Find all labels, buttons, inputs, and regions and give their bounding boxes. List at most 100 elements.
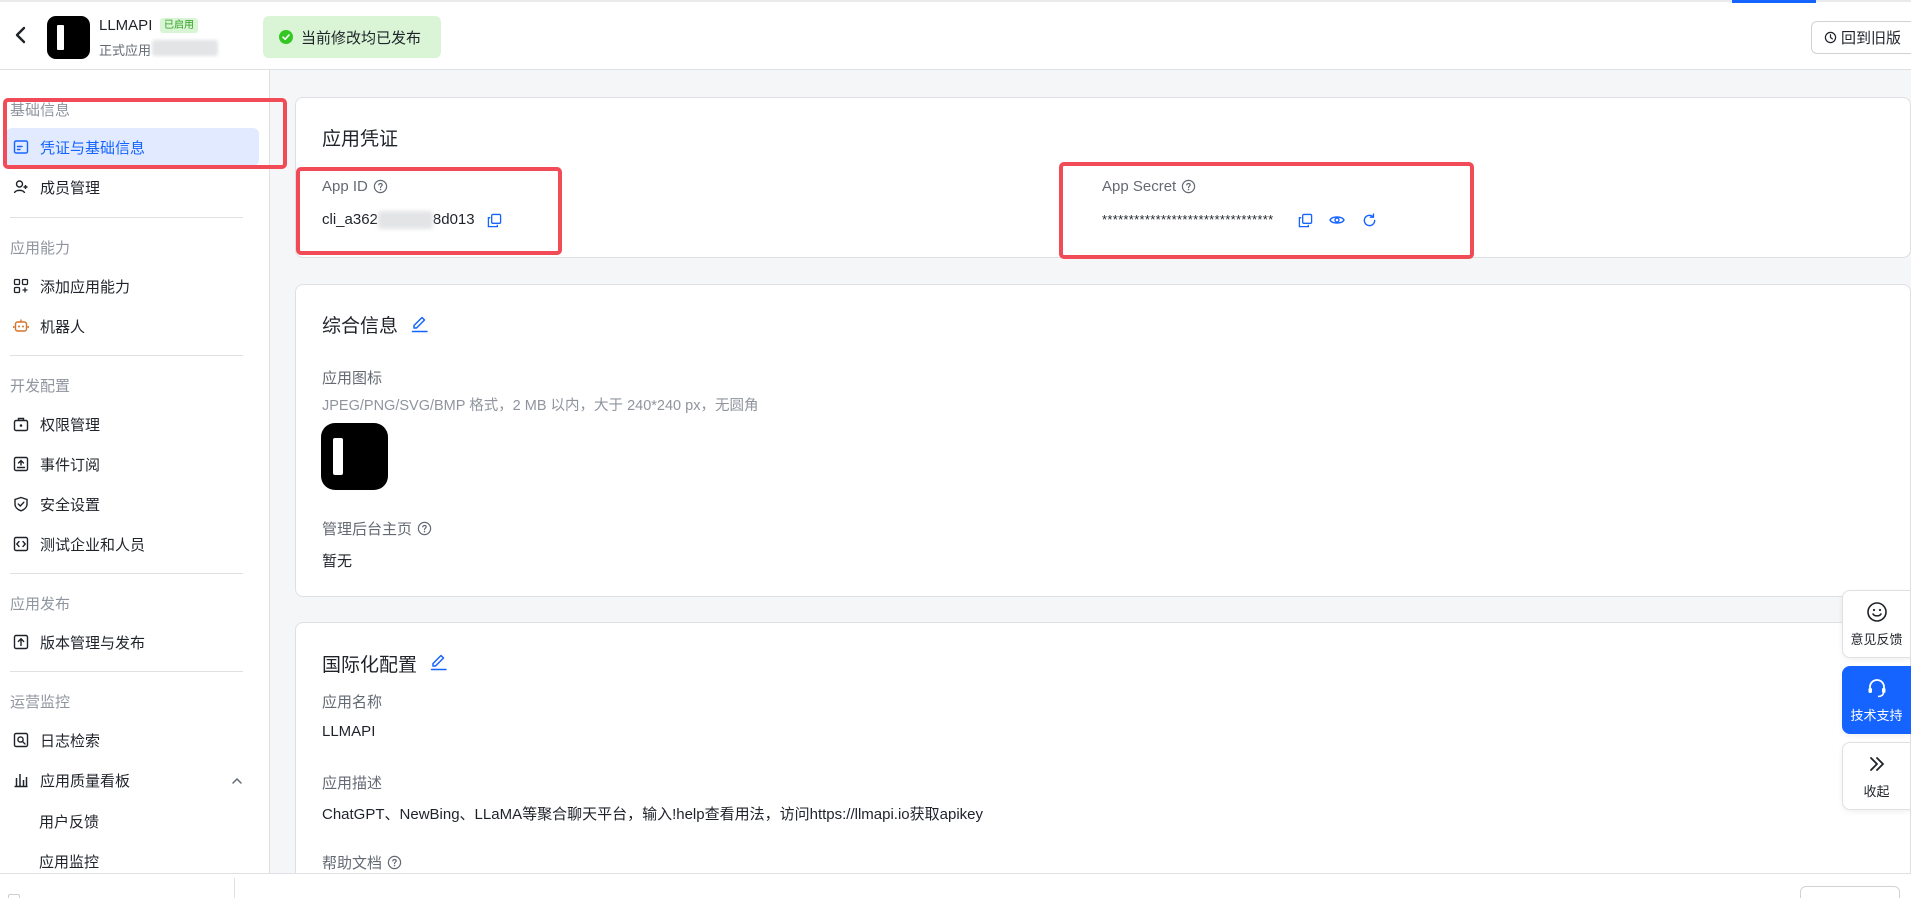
show-secret-button[interactable]	[1328, 211, 1346, 229]
i18n-title: 国际化配置	[322, 655, 418, 676]
sidebar-subitem-feedback[interactable]: 用户反馈	[39, 811, 99, 832]
sidebar-item-label: 权限管理	[40, 416, 101, 434]
copy-icon	[487, 213, 501, 227]
sidebar-item-label: 日志检索	[40, 732, 101, 750]
help-circle-icon[interactable]	[417, 521, 432, 536]
refresh-icon	[1363, 212, 1375, 226]
credentials-card-title: 应用凭证	[322, 129, 399, 150]
eye-icon	[1329, 216, 1345, 224]
sidebar-item-label: 事件订阅	[40, 456, 101, 474]
feedback-label: 意见反馈	[1850, 631, 1903, 647]
sidebar-divider	[10, 573, 243, 574]
app-id-suffix: 8d013	[432, 211, 475, 228]
reset-secret-button[interactable]	[1360, 211, 1378, 229]
sidebar-item-security[interactable]: 安全设置	[6, 485, 259, 523]
log-search-icon	[12, 731, 30, 749]
double-chevron-right-icon	[1869, 756, 1884, 771]
app-kind-label: 正式应用	[99, 43, 152, 58]
app-id-value: cli_a362 8d013	[322, 211, 475, 230]
sidebar-item-quality[interactable]: 应用质量看板	[6, 761, 259, 799]
check-circle-icon	[279, 30, 293, 44]
help-circle-icon[interactable]	[373, 179, 388, 194]
sidebar-item-credentials[interactable]: 凭证与基础信息	[6, 128, 259, 166]
status-badge: 已启用	[160, 18, 198, 33]
app-desc-label: 应用描述	[322, 775, 383, 792]
sidebar-item-versions[interactable]: 版本管理与发布	[6, 623, 259, 661]
credentials-card: 应用凭证 App ID cli_a362 8d013 App Secret ***…	[295, 97, 1911, 258]
app-secret-value: ********************************	[1102, 212, 1274, 227]
sidebar-item-label: 版本管理与发布	[40, 634, 146, 652]
app-desc-value: ChatGPT、NewBing、LLaMA等聚合聊天平台，输入!help查看用法…	[322, 806, 984, 823]
sidebar-item-events[interactable]: 事件订阅	[6, 445, 259, 483]
redacted-app-info	[152, 40, 218, 56]
sidebar-item-label: 测试企业和人员	[40, 536, 146, 554]
app-name-label: 应用名称	[322, 694, 383, 711]
sidebar-item-label: 应用质量看板	[40, 772, 131, 790]
checkbox[interactable]	[8, 894, 20, 898]
app-id-prefix: cli_a362	[322, 211, 378, 228]
sidebar-item-label: 添加应用能力	[40, 278, 131, 296]
general-info-card: 综合信息 应用图标 JPEG/PNG/SVG/BMP 格式，2 MB 以内，大于…	[295, 284, 1911, 597]
apps-add-icon	[12, 277, 30, 295]
collapse-label: 收起	[1863, 783, 1890, 799]
app-icon-label: 应用图标	[322, 370, 383, 387]
tech-support-label: 技术支持	[1850, 707, 1903, 723]
top-border	[0, 0, 1911, 2]
sidebar-group-dev: 开发配置	[10, 378, 71, 395]
divider	[234, 878, 235, 898]
sidebar-item-label: 机器人	[40, 318, 86, 336]
upload-box-icon	[12, 633, 30, 651]
help-circle-icon[interactable]	[387, 855, 402, 870]
app-logo	[47, 16, 90, 59]
sidebar-item-permissions[interactable]: 权限管理	[6, 405, 259, 443]
smile-icon	[1866, 601, 1887, 622]
sidebar-divider	[10, 217, 243, 218]
help-circle-icon[interactable]	[1181, 179, 1196, 194]
sidebar-group-release: 应用发布	[10, 596, 71, 613]
copy-icon	[1298, 213, 1312, 227]
back-to-old-version-button[interactable]: 回到旧版	[1811, 21, 1911, 54]
edit-icon[interactable]	[429, 652, 449, 672]
sidebar-group-capability: 应用能力	[10, 240, 71, 257]
copy-app-id-button[interactable]	[485, 211, 503, 229]
publish-banner-text: 当前修改均已发布	[301, 29, 422, 47]
sidebar-divider	[10, 355, 243, 356]
app-name-value: LLMAPI	[322, 723, 376, 740]
sidebar-subitem-monitor[interactable]: 应用监控	[39, 851, 99, 872]
sidebar-item-bot[interactable]: 机器人	[6, 307, 259, 345]
shield-check-icon	[12, 495, 30, 513]
sidebar: 基础信息 凭证与基础信息 成员管理 应用能力 添加应用能力 机器人 开发配置 权…	[0, 70, 270, 873]
collapse-button[interactable]: 收起	[1842, 742, 1911, 810]
general-info-title: 综合信息	[322, 316, 399, 337]
old-version-label: 回到旧版	[1841, 30, 1902, 47]
homepage-value: 暂无	[322, 553, 353, 570]
sidebar-group-ops: 运营监控	[10, 694, 71, 711]
top-header: LLMAPI 已启用 正式应用 当前修改均已发布 回到旧版	[0, 0, 1911, 70]
feedback-button[interactable]: 意见反馈	[1842, 590, 1911, 658]
app-icon-preview[interactable]	[321, 423, 388, 490]
sidebar-group-basic: 基础信息	[10, 102, 71, 119]
app-secret-label-text: App Secret	[1102, 178, 1177, 195]
redacted-app-id	[377, 211, 433, 230]
homepage-label: 管理后台主页	[322, 518, 432, 539]
sidebar-item-add-capability[interactable]: 添加应用能力	[6, 267, 259, 305]
help-doc-label: 帮助文档	[322, 852, 402, 873]
sidebar-item-test-org[interactable]: 测试企业和人员	[6, 525, 259, 563]
i18n-card: 国际化配置 应用名称 LLMAPI 应用描述 ChatGPT、NewBing、L…	[295, 622, 1911, 882]
event-subscribe-icon	[12, 455, 30, 473]
id-card-icon	[12, 138, 30, 156]
app-name: LLMAPI	[99, 17, 153, 34]
app-secret-label: App Secret	[1102, 178, 1196, 195]
active-tab-indicator	[1732, 0, 1816, 3]
bar-chart-icon	[12, 771, 30, 789]
copy-app-secret-button[interactable]	[1296, 211, 1314, 229]
chevron-up-icon[interactable]	[230, 774, 244, 788]
edit-icon[interactable]	[410, 314, 430, 334]
back-button[interactable]	[10, 24, 32, 46]
sidebar-item-logs[interactable]: 日志检索	[6, 721, 259, 759]
sidebar-item-label: 安全设置	[40, 496, 101, 514]
bottom-action-button[interactable]	[1800, 886, 1900, 898]
sidebar-item-members[interactable]: 成员管理	[6, 168, 259, 206]
tech-support-button[interactable]: 技术支持	[1842, 666, 1911, 734]
sidebar-item-label: 成员管理	[40, 179, 101, 197]
